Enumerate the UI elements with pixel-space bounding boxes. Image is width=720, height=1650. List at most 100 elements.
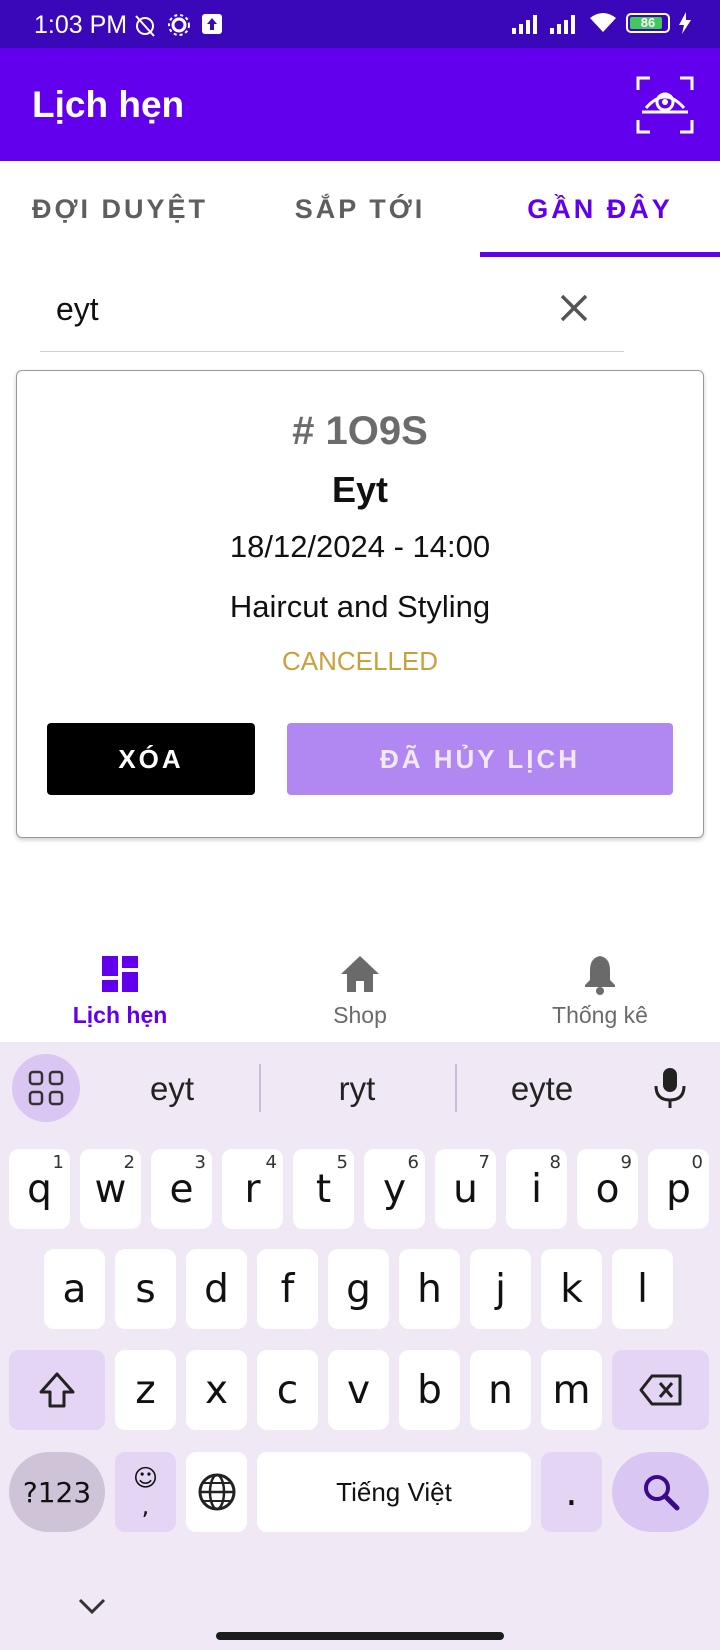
key-label: q [27, 1166, 52, 1212]
key-s[interactable]: s [115, 1249, 176, 1329]
voice-input-button[interactable] [650, 1064, 690, 1112]
key-hint: 9 [620, 1152, 632, 1173]
suggestion-strip: eyt ryt eyte [0, 1042, 720, 1134]
search-field [40, 270, 624, 352]
suggestion-2[interactable]: ryt [267, 1070, 447, 1108]
key-c[interactable]: c [257, 1350, 318, 1430]
microphone-icon [654, 1068, 686, 1108]
signal-icon [512, 15, 537, 34]
key-n[interactable]: n [470, 1350, 531, 1430]
key-hint: 3 [194, 1152, 206, 1173]
nav-label-appointments: Lịch hẹn [72, 1002, 168, 1028]
scan-button[interactable] [636, 76, 694, 134]
nav-item-appointments[interactable]: Lịch hẹn [0, 940, 240, 1042]
key-hint: 6 [407, 1152, 419, 1173]
suggestion-1[interactable]: eyt [82, 1070, 262, 1108]
suggestion-3[interactable]: eyte [452, 1070, 632, 1108]
key-k[interactable]: k [541, 1249, 602, 1329]
key-j[interactable]: j [470, 1249, 531, 1329]
key-a[interactable]: a [44, 1249, 105, 1329]
key-z[interactable]: z [115, 1350, 176, 1430]
search-input[interactable] [56, 284, 536, 334]
backspace-icon [639, 1374, 681, 1406]
emoji-key[interactable]: ☺ , [115, 1452, 176, 1532]
key-u[interactable]: u7 [435, 1149, 496, 1229]
keyboard-menu-button[interactable] [12, 1054, 80, 1122]
key-l[interactable]: l [612, 1249, 673, 1329]
key-v[interactable]: v [328, 1350, 389, 1430]
emoji-icon: ☺ [132, 1464, 159, 1492]
key-m[interactable]: m [541, 1350, 602, 1430]
key-w[interactable]: w2 [80, 1149, 141, 1229]
upload-icon [202, 14, 222, 34]
key-label: e [169, 1166, 194, 1212]
delete-button[interactable]: XÓA [47, 723, 255, 795]
key-e[interactable]: e3 [151, 1149, 212, 1229]
backspace-key[interactable] [612, 1350, 709, 1430]
tab-pending[interactable]: ĐỢI DUYỆT [0, 161, 240, 257]
key-hint: 4 [265, 1152, 277, 1173]
key-d[interactable]: d [186, 1249, 247, 1329]
space-key[interactable]: Tiếng Việt [257, 1452, 531, 1532]
nav-label-stats: Thống kê [552, 1002, 648, 1028]
globe-icon [198, 1473, 235, 1511]
key-x[interactable]: x [186, 1350, 247, 1430]
key-q[interactable]: q1 [9, 1149, 70, 1229]
key-hint: 7 [478, 1152, 490, 1173]
key-g[interactable]: g [328, 1249, 389, 1329]
status-badge: CANCELLED [281, 646, 439, 676]
key-t[interactable]: t5 [293, 1149, 354, 1229]
key-hint: 5 [336, 1152, 348, 1173]
appointment-datetime: 18/12/2024 - 14:00 [229, 529, 491, 564]
clear-search-button[interactable] [554, 288, 594, 328]
symbols-key[interactable]: ?123 [9, 1452, 105, 1532]
status-left-icons [132, 12, 224, 38]
key-label: r [244, 1166, 261, 1212]
key-r[interactable]: r4 [222, 1149, 283, 1229]
key-y[interactable]: y6 [364, 1149, 425, 1229]
key-i[interactable]: i8 [506, 1149, 567, 1229]
cancelled-button[interactable]: ĐÃ HỦY LỊCH [287, 723, 673, 795]
app-bar: Lịch hẹn [0, 48, 720, 161]
soft-keyboard: eyt ryt eyte q1 w2 e3 r4 t5 y6 u7 i8 o9 … [0, 1042, 720, 1650]
settings-icon [168, 14, 190, 36]
shift-key[interactable] [9, 1350, 105, 1430]
customer-name: Eyt [331, 469, 389, 510]
search-key[interactable] [612, 1452, 709, 1532]
language-key[interactable] [186, 1452, 247, 1532]
tab-indicator [480, 252, 720, 257]
key-label: u [453, 1166, 478, 1212]
nav-item-shop[interactable]: Shop [240, 940, 480, 1042]
chevron-down-icon [78, 1598, 106, 1615]
home-icon [341, 956, 379, 992]
tab-upcoming[interactable]: SẮP TỚI [240, 161, 480, 257]
tab-recent[interactable]: GẦN ĐÂY [480, 161, 720, 257]
key-hint: 2 [123, 1152, 135, 1173]
key-hint: 0 [691, 1152, 703, 1173]
key-label: t [315, 1166, 332, 1212]
home-indicator[interactable] [216, 1632, 504, 1640]
status-right-icons: 86 [512, 12, 692, 34]
dashboard-icon [102, 956, 138, 992]
key-h[interactable]: h [399, 1249, 460, 1329]
key-o[interactable]: o9 [577, 1149, 638, 1229]
appointment-code: # 1O9S [292, 409, 428, 453]
key-f[interactable]: f [257, 1249, 318, 1329]
bottom-navigation: Lịch hẹn Shop Thống kê [0, 940, 720, 1042]
bell-icon [585, 956, 615, 995]
key-label: w [94, 1166, 127, 1212]
battery-level: 86 [640, 15, 656, 30]
hide-keyboard-button[interactable] [72, 1592, 112, 1622]
signal-icon-2 [550, 15, 575, 34]
key-p[interactable]: p0 [648, 1149, 709, 1229]
alarm-off-icon [135, 15, 155, 37]
period-key[interactable]: . [541, 1452, 602, 1532]
key-b[interactable]: b [399, 1350, 460, 1430]
key-label: p [666, 1166, 691, 1212]
key-label: o [595, 1166, 620, 1212]
nav-item-stats[interactable]: Thống kê [480, 940, 720, 1042]
key-hint: 1 [52, 1152, 64, 1173]
appointment-service: Haircut and Styling [229, 589, 491, 624]
page-title: Lịch hẹn [32, 84, 185, 125]
appointment-card: # 1O9S Eyt 18/12/2024 - 14:00 Haircut an… [16, 370, 704, 838]
